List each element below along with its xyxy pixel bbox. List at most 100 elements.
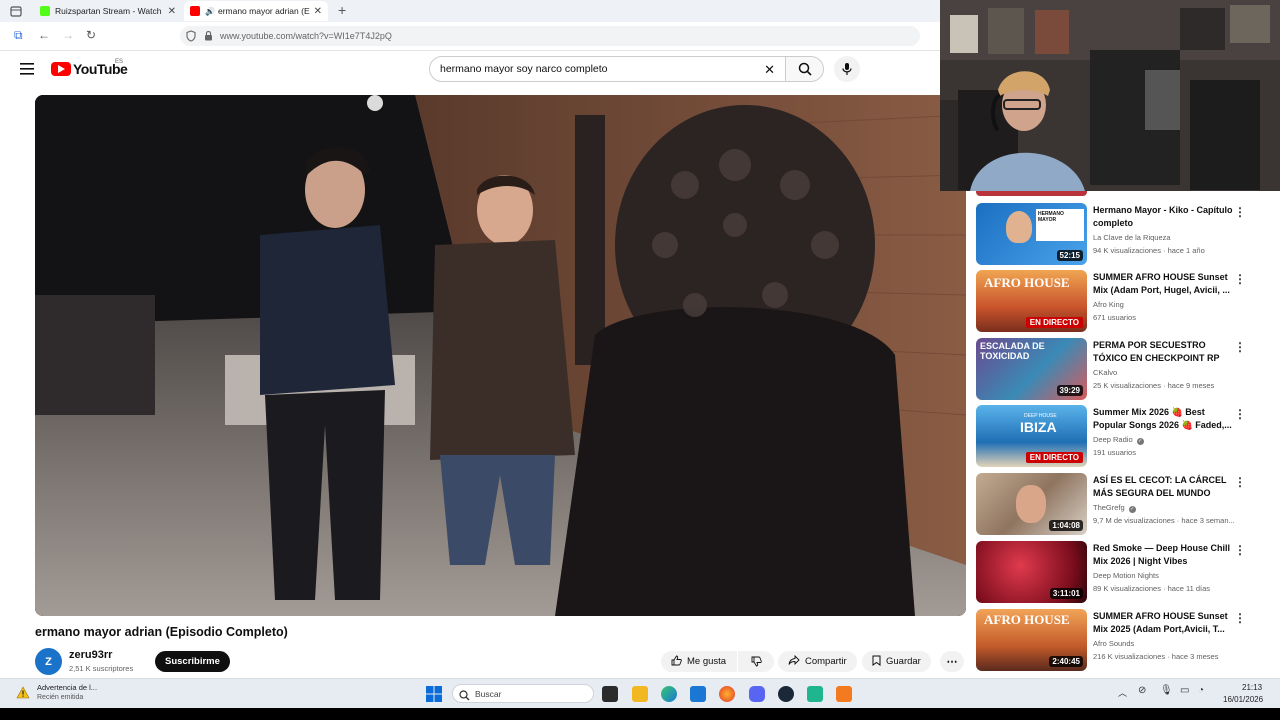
more-vert-icon[interactable]: ⋮ — [1234, 543, 1246, 557]
more-vert-icon[interactable]: ⋮ — [1234, 407, 1246, 421]
thumbs-up-icon — [671, 655, 682, 669]
edge-icon[interactable] — [661, 686, 677, 702]
recommendation-item[interactable]: DEEP HOUSE IBIZA EN DIRECTO Summer Mix 2… — [976, 405, 1266, 467]
recommendation-item[interactable]: HERMANO MAYOR 52:15 Hermano Mayor - Kiko… — [976, 203, 1266, 265]
voice-search-button[interactable] — [834, 56, 860, 82]
tab-youtube-active[interactable]: 🔊 ermano mayor adrian (Episodio Completo… — [184, 1, 328, 21]
more-vert-icon[interactable]: ⋮ — [1234, 475, 1246, 489]
recommendation-title: SUMMER AFRO HOUSE Sunset Mix (Adam Port,… — [1093, 272, 1230, 295]
wifi-icon[interactable]: ◔ — [1198, 685, 1204, 696]
video-thumbnail[interactable]: AFRO HOUSE EN DIRECTO — [976, 270, 1087, 332]
display-icon[interactable]: ▭ — [1180, 685, 1189, 696]
file-explorer-icon[interactable] — [632, 686, 648, 702]
firefox-icon[interactable] — [719, 686, 735, 702]
forward-icon[interactable]: → — [62, 28, 74, 42]
channel-name[interactable]: zeru93rr — [69, 649, 112, 661]
recommendation-item[interactable]: 3:11:01 Red Smoke — Deep House Chill Mix… — [976, 541, 1266, 603]
video-thumbnail[interactable]: AFRO HOUSE 2:40:45 — [976, 609, 1087, 671]
close-tab-icon[interactable]: ✕ — [310, 6, 322, 17]
microsoft-store-icon[interactable] — [690, 686, 706, 702]
notification-subtitle: Recién emitida — [37, 694, 84, 701]
tab-label: ermano mayor adrian (Episodio Completo) — [217, 6, 310, 16]
search-input[interactable]: hermano mayor soy narco completo ✕ — [429, 56, 786, 82]
recommendation-stats: 671 usuarios — [1093, 313, 1136, 322]
save-button[interactable]: Guardar — [862, 651, 931, 672]
tray-chevron-icon[interactable]: ︿ — [1118, 686, 1127, 699]
windows-start-icon[interactable] — [426, 686, 442, 707]
kick-favicon-icon — [40, 6, 50, 16]
bookmark-icon — [872, 655, 881, 669]
tracking-shield-icon[interactable] — [186, 30, 196, 44]
video-thumbnail[interactable]: 3:11:01 — [976, 541, 1087, 603]
tab-actions-icon[interactable] — [10, 4, 22, 17]
refresh-icon[interactable]: ↻ — [86, 28, 96, 42]
tab-ruizspartan[interactable]: Ruizspartan Stream - Watch Live ✕ — [34, 1, 182, 21]
thumbs-down-icon — [751, 656, 762, 667]
dislike-button[interactable] — [738, 651, 774, 672]
tab-label: Ruizspartan Stream - Watch Live — [55, 6, 164, 16]
sidebar-top-sliver — [976, 191, 1087, 196]
app-icon-orange[interactable] — [836, 686, 852, 702]
recommendation-stats: 25 K visualizaciones · hace 9 meses — [1093, 381, 1215, 390]
more-vert-icon[interactable]: ⋮ — [1234, 205, 1246, 219]
subscribe-button[interactable]: Suscribirme — [155, 651, 230, 672]
duration-badge: 52:15 — [1056, 250, 1083, 261]
microphone-tray-icon[interactable]: 🎙 — [1160, 685, 1173, 696]
more-vert-icon[interactable]: ⋮ — [1234, 340, 1246, 354]
video-frame — [35, 95, 966, 616]
recommendation-channel: CKalvo — [1093, 368, 1118, 377]
audio-playing-icon[interactable]: 🔊 — [205, 7, 215, 16]
recommendation-item[interactable]: 1:04:08 ASÍ ES EL CECOT: LA CÁRCEL MÁS S… — [976, 473, 1266, 535]
new-tab-icon[interactable]: + — [338, 2, 346, 18]
clear-search-icon[interactable]: ✕ — [764, 62, 775, 78]
lock-icon[interactable] — [204, 30, 213, 43]
duration-badge: 2:40:45 — [1049, 656, 1083, 667]
android-app-icon[interactable] — [807, 686, 823, 702]
network-off-icon[interactable]: ⊘ — [1138, 685, 1146, 696]
close-tab-icon[interactable]: ✕ — [164, 6, 176, 17]
recommendation-channel: Afro King — [1093, 300, 1124, 309]
back-icon[interactable]: ← — [38, 28, 50, 42]
webcam-frame — [940, 0, 1280, 191]
youtube-play-icon — [51, 62, 71, 76]
channel-label: TheGrefg — [1093, 503, 1125, 512]
workspaces-icon[interactable]: ⧉ — [14, 28, 23, 43]
recommendation-item[interactable]: AFRO HOUSE 2:40:45 SUMMER AFRO HOUSE Sun… — [976, 609, 1266, 671]
notification-widget[interactable]: Advertencia de l... Recién emitida — [14, 682, 124, 706]
more-horizontal-icon: ⋯ — [946, 656, 958, 668]
duration-badge: 39:29 — [1056, 385, 1083, 396]
channel-row: Z zeru93rr 2,51 K suscriptores Suscribir… — [35, 648, 965, 676]
warning-icon — [16, 686, 30, 704]
more-actions-button[interactable]: ⋯ — [940, 651, 964, 672]
search-button[interactable] — [786, 56, 824, 82]
video-thumbnail[interactable]: HERMANO MAYOR 52:15 — [976, 203, 1087, 265]
live-badge: EN DIRECTO — [1025, 452, 1083, 463]
share-label: Compartir — [805, 656, 847, 667]
tray-date[interactable]: 16/01/2026 — [1223, 695, 1263, 704]
recommendation-item[interactable]: AFRO HOUSE EN DIRECTO SUMMER AFRO HOUSE … — [976, 270, 1266, 332]
recommendation-title: Hermano Mayor - Kiko - Capítulo completo — [1093, 205, 1233, 228]
video-thumbnail[interactable]: 1:04:08 — [976, 473, 1087, 535]
youtube-header: YouTube ES hermano mayor soy narco compl… — [0, 50, 940, 90]
tray-time[interactable]: 21:13 — [1242, 683, 1262, 692]
task-view-icon[interactable] — [602, 686, 618, 702]
steam-icon[interactable] — [778, 686, 794, 702]
more-vert-icon[interactable]: ⋮ — [1234, 272, 1246, 286]
youtube-logo[interactable]: YouTube ES — [51, 59, 128, 77]
live-badge: EN DIRECTO — [1025, 317, 1083, 328]
more-vert-icon[interactable]: ⋮ — [1234, 611, 1246, 625]
video-thumbnail[interactable]: ESCALADA DE TOXICIDAD 39:29 — [976, 338, 1087, 400]
channel-avatar[interactable]: Z — [35, 648, 62, 675]
taskbar-search[interactable]: Buscar — [452, 684, 594, 703]
subscriber-count: 2,51 K suscriptores — [69, 664, 134, 673]
webcam-overlay — [940, 0, 1280, 191]
share-button[interactable]: Compartir — [778, 651, 857, 672]
video-thumbnail[interactable]: DEEP HOUSE IBIZA EN DIRECTO — [976, 405, 1087, 467]
microphone-icon — [842, 63, 852, 75]
address-bar[interactable]: www.youtube.com/watch?v=WI1e7T4J2pQ — [180, 26, 920, 46]
recommendation-item[interactable]: ESCALADA DE TOXICIDAD 39:29 PERMA POR SEC… — [976, 338, 1266, 400]
video-player[interactable] — [35, 95, 966, 616]
like-button[interactable]: Me gusta — [661, 651, 737, 672]
menu-icon[interactable] — [20, 62, 34, 80]
discord-icon[interactable] — [749, 686, 765, 702]
